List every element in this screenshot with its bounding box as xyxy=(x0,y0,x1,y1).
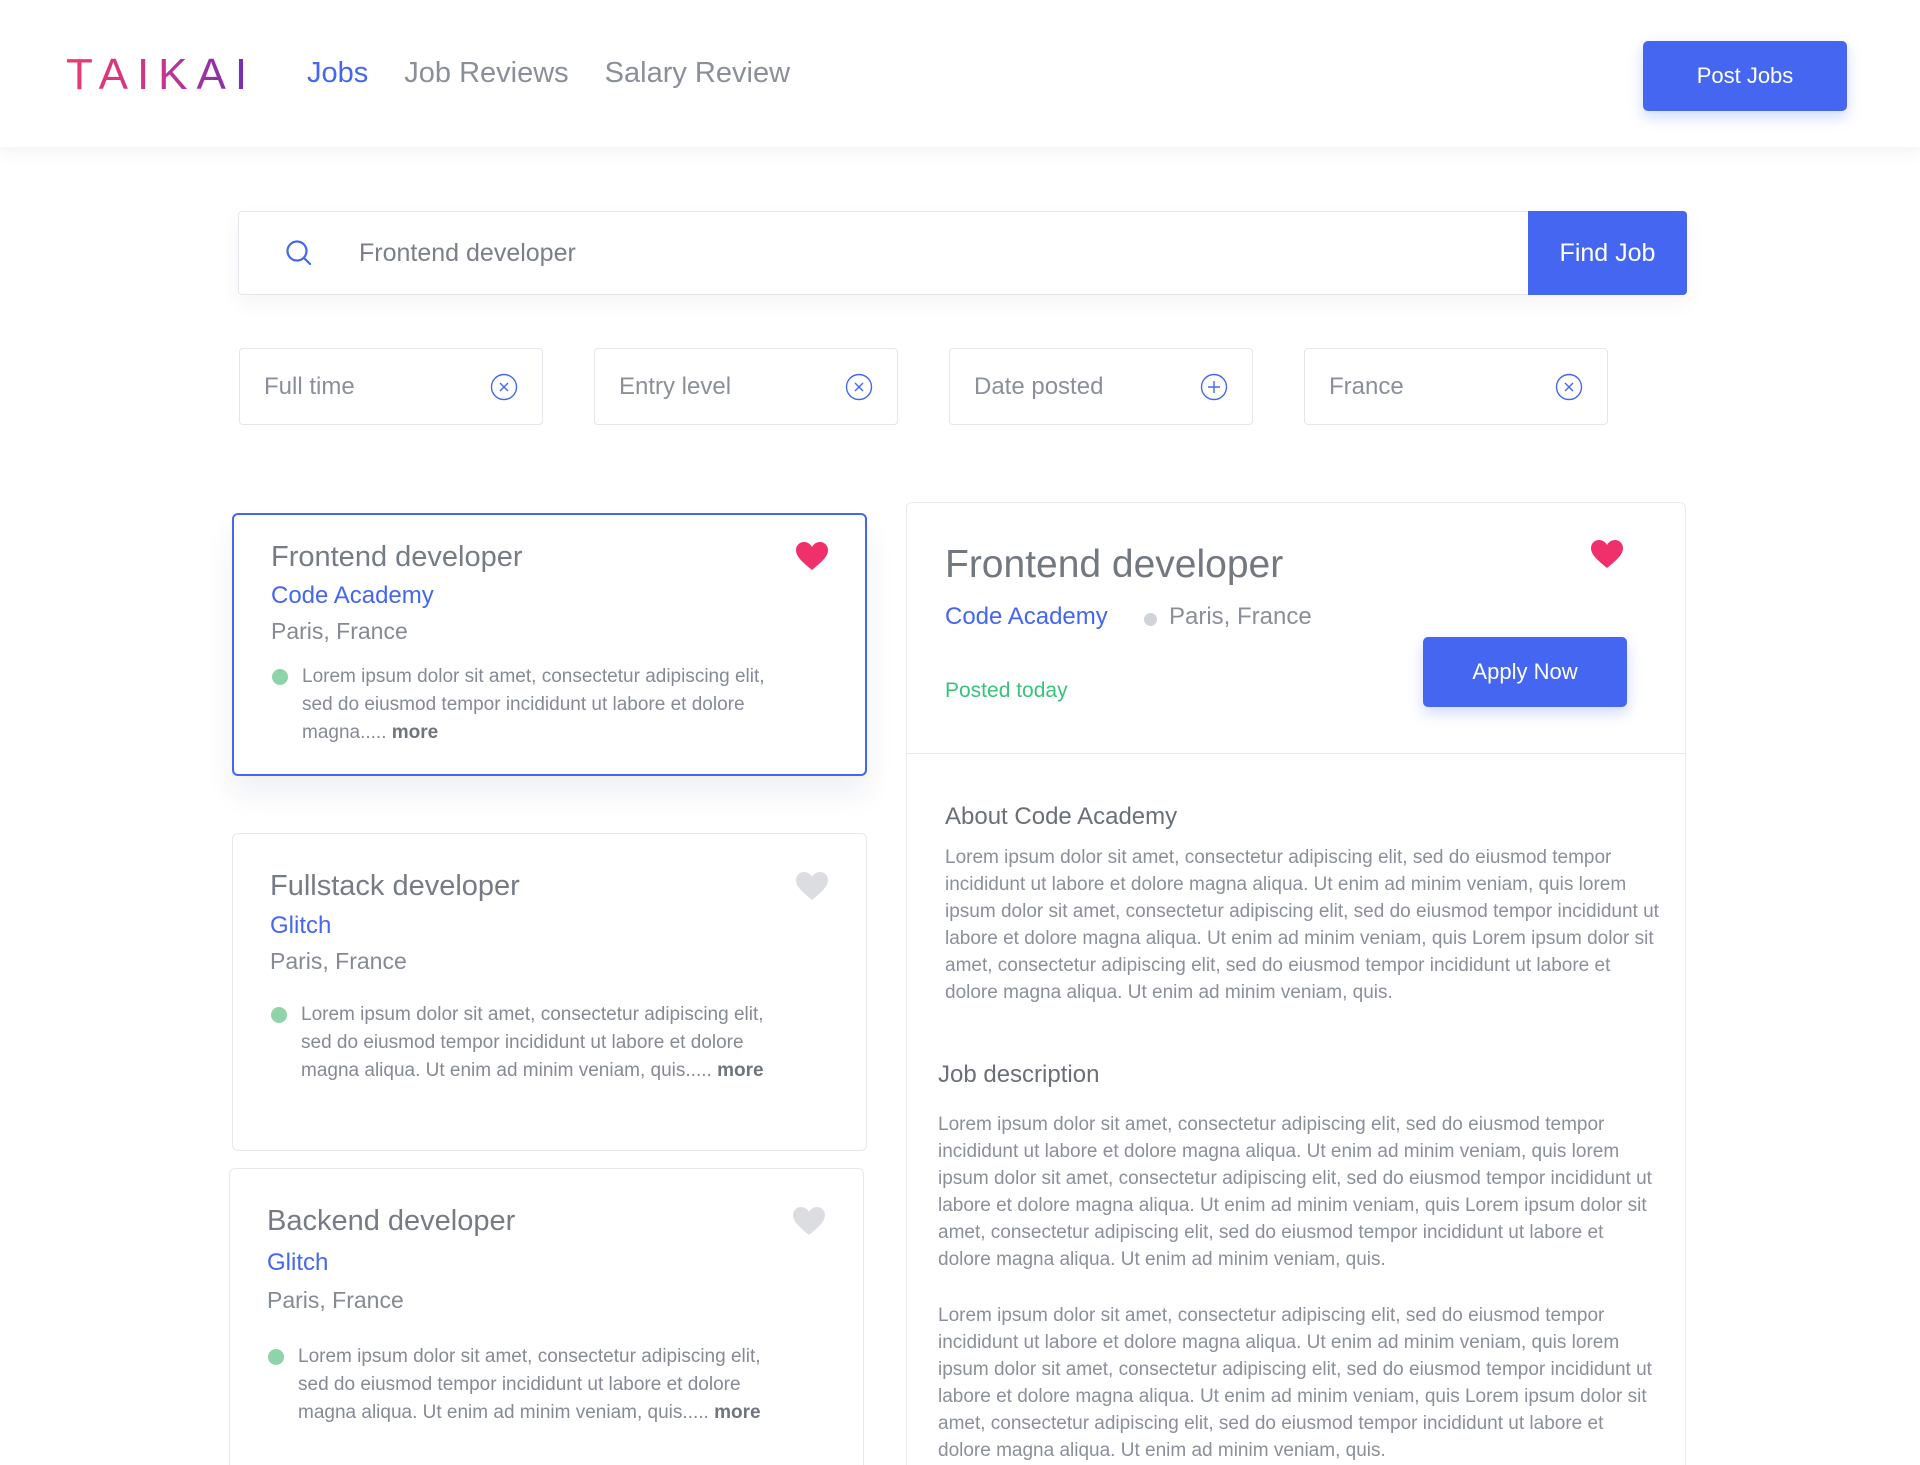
divider xyxy=(907,753,1685,754)
job-detail-panel: Frontend developer Code Academy Paris, F… xyxy=(906,502,1686,1465)
job-summary-text: Lorem ipsum dolor sit amet, consectetur … xyxy=(301,1004,764,1081)
filter-chip-full-time[interactable]: Full time xyxy=(239,348,543,425)
posted-date: Posted today xyxy=(945,679,1068,702)
heart-icon[interactable] xyxy=(792,1206,826,1236)
job-location: Paris, France xyxy=(267,1287,404,1313)
company-link[interactable]: Code Academy xyxy=(271,582,434,610)
filter-label: Entry level xyxy=(619,372,732,400)
detail-job-title: Frontend developer xyxy=(945,543,1284,586)
top-bar: TAIKAI Jobs Job Reviews Salary Review Po… xyxy=(0,0,1920,147)
heart-icon[interactable] xyxy=(795,871,829,901)
job-description-text: Lorem ipsum dolor sit amet, consectetur … xyxy=(938,1305,1652,1461)
more-link[interactable]: more xyxy=(392,722,438,743)
status-dot xyxy=(271,1007,287,1023)
nav-item-jobs[interactable]: Jobs xyxy=(307,57,368,90)
job-location: Paris, France xyxy=(271,618,408,644)
logo-text: TAIKAI xyxy=(66,50,257,99)
filter-chip-date-posted[interactable]: Date posted xyxy=(949,348,1253,425)
post-jobs-button[interactable]: Post Jobs xyxy=(1643,41,1847,111)
search-icon xyxy=(239,212,359,294)
main-nav: Jobs Job Reviews Salary Review xyxy=(307,57,790,90)
status-dot xyxy=(268,1349,284,1365)
job-summary: Lorem ipsum dolor sit amet, consectetur … xyxy=(302,663,772,747)
job-title[interactable]: Backend developer xyxy=(267,1205,515,1238)
search-input[interactable] xyxy=(359,212,1528,294)
detail-company-link[interactable]: Code Academy xyxy=(945,603,1108,631)
search-bar: Find Job xyxy=(238,211,1687,295)
job-summary-text: Lorem ipsum dolor sit amet, consectetur … xyxy=(298,1346,761,1423)
job-title[interactable]: Fullstack developer xyxy=(270,870,520,903)
job-location: Paris, France xyxy=(270,948,407,974)
heart-icon[interactable] xyxy=(1590,539,1624,569)
company-link[interactable]: Glitch xyxy=(270,912,331,940)
find-job-button[interactable]: Find Job xyxy=(1528,211,1687,295)
filter-label: Date posted xyxy=(974,372,1104,400)
company-link[interactable]: Glitch xyxy=(267,1249,328,1277)
nav-item-salary-review[interactable]: Salary Review xyxy=(605,57,790,90)
filter-label: France xyxy=(1329,372,1404,400)
job-card[interactable]: Backend developer Glitch Paris, France L… xyxy=(229,1168,864,1465)
job-description-text: Lorem ipsum dolor sit amet, consectetur … xyxy=(938,1114,1652,1270)
job-card-selected[interactable]: Frontend developer Code Academy Paris, F… xyxy=(232,513,867,776)
detail-location: Paris, France xyxy=(1169,603,1312,630)
filter-chip-entry-level[interactable]: Entry level xyxy=(594,348,898,425)
status-dot xyxy=(272,669,288,685)
taikai-logo[interactable]: TAIKAI xyxy=(66,52,256,98)
separator-dot xyxy=(1144,613,1157,626)
job-title[interactable]: Frontend developer xyxy=(271,541,523,574)
job-summary: Lorem ipsum dolor sit amet, consectetur … xyxy=(298,1343,768,1427)
filter-chip-france[interactable]: France xyxy=(1304,348,1608,425)
clear-icon[interactable] xyxy=(1555,373,1583,401)
add-icon[interactable] xyxy=(1200,373,1228,401)
more-link[interactable]: more xyxy=(714,1402,760,1423)
clear-icon[interactable] xyxy=(845,373,873,401)
job-summary: Lorem ipsum dolor sit amet, consectetur … xyxy=(301,1001,771,1085)
nav-item-job-reviews[interactable]: Job Reviews xyxy=(404,57,568,90)
about-heading: About Code Academy xyxy=(945,803,1178,830)
job-summary-text: Lorem ipsum dolor sit amet, consectetur … xyxy=(302,666,765,743)
clear-icon[interactable] xyxy=(490,373,518,401)
apply-now-button[interactable]: Apply Now xyxy=(1423,637,1627,707)
job-description-heading: Job description xyxy=(938,1061,1100,1088)
filter-label: Full time xyxy=(264,372,355,400)
more-link[interactable]: more xyxy=(717,1060,763,1081)
heart-icon[interactable] xyxy=(795,541,829,571)
job-card[interactable]: Fullstack developer Glitch Paris, France… xyxy=(232,833,867,1151)
about-text: Lorem ipsum dolor sit amet, consectetur … xyxy=(945,847,1659,1003)
